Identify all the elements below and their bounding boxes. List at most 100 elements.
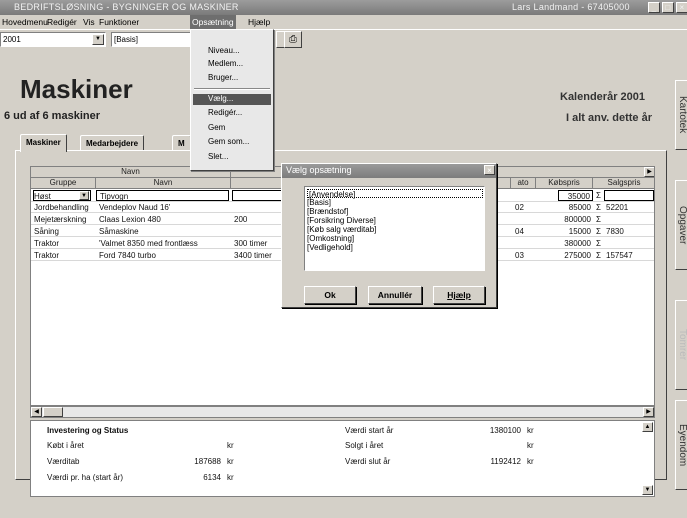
table-row-salgspris[interactable]: 157547 [606,250,654,261]
side-tab-kartotek[interactable]: Kartotek [675,80,687,150]
table-row-salgspris[interactable]: 52201 [606,202,654,213]
menu-hovedmenu[interactable]: Hovedmenu [2,17,48,27]
dialog-title-bar[interactable]: Vælg opsætning × [282,164,496,178]
table-row-salgspris[interactable]: 7830 [606,226,654,237]
menu-opsaetning[interactable]: Opsætning [190,15,236,29]
summary-label: Solgt i året [345,441,384,450]
scroll-left-icon[interactable]: ◀ [31,407,42,417]
sigma-icon[interactable]: Σ [596,238,604,249]
column-header-kobspris[interactable]: Købspris [536,178,593,189]
menu-item-rediger[interactable]: Redigér... [208,108,242,117]
summary-label: Værdi slut år [345,457,391,466]
table-row-ato[interactable]: 04 [515,226,535,237]
table-row-gruppe[interactable]: Såning [34,226,96,237]
sigma-icon[interactable]: Σ [596,226,604,237]
opsaetning-menu: Niveau... Medlem... Bruger... Vælg... Re… [190,29,274,171]
minimize-icon[interactable]: _ [648,2,660,13]
menu-hjaelp[interactable]: Hjælp [248,17,270,27]
column-header-navn[interactable]: Navn [96,178,231,189]
scroll-right-icon[interactable]: ▶ [644,167,654,177]
menu-rediger[interactable]: Redigér [47,17,77,27]
list-item[interactable]: [Vedligehold] [307,243,353,252]
scroll-down-icon[interactable]: ▼ [642,485,653,495]
maximize-icon[interactable]: □ [662,2,674,13]
dialog-title: Vælg opsætning [286,165,352,175]
scroll-right-icon[interactable]: ▶ [643,407,654,417]
list-item[interactable]: [Køb salg værditab] [307,225,376,234]
menu-vis[interactable]: Vis [83,17,95,27]
setup-select[interactable]: [Basis] [111,32,191,47]
table-row-ato[interactable] [515,238,535,249]
menu-item-vaelg[interactable]: Vælg... [193,94,271,105]
list-item[interactable]: [Anvendelse] [307,189,483,199]
sigma-icon[interactable]: Σ [596,250,604,261]
close-icon[interactable]: × [484,165,495,175]
horizontal-scrollbar[interactable]: ◀ ▶ [30,406,655,418]
summary-value: 6134 [203,473,221,482]
menu-item-medlem[interactable]: Medlem... [208,59,243,68]
table-row-kobspris[interactable]: 800000 [536,214,591,225]
menu-item-slet[interactable]: Slet... [208,152,228,161]
side-tab-eyendom[interactable]: Eyendom [675,400,687,490]
table-row-navn[interactable]: Claas Lexion 480 [99,214,229,225]
summary-heading: Investering og Status [47,426,129,435]
ok-button[interactable]: Ok [304,286,356,304]
list-item[interactable]: [Forsikring Diverse] [307,216,376,225]
menu-item-niveau[interactable]: Niveau... [208,46,240,55]
menu-funktioner[interactable]: Funktioner [99,17,139,27]
window-title: BEDRIFTSLØSNING - BYGNINGER OG MASKINER [14,2,239,12]
table-row-navn[interactable]: Ford 7840 turbo [99,250,229,261]
menu-bar: Hovedmenu Redigér Vis Funktioner Opsætni… [0,15,687,29]
cell-salgspris-edit[interactable] [604,190,654,201]
list-item[interactable]: [Basis] [307,198,331,207]
table-row-kobspris[interactable]: 275000 [536,250,591,261]
cell-kobspris-edit[interactable]: 35000 [558,190,593,201]
table-row-gruppe[interactable]: Jordbehandling [34,202,96,213]
table-row-salgspris[interactable] [606,214,654,225]
scroll-up-icon[interactable]: ▲ [642,422,653,432]
sigma-icon[interactable]: Σ [596,214,604,225]
table-row-ato[interactable]: 03 [515,250,535,261]
menu-item-gem[interactable]: Gem [208,123,225,132]
year-select[interactable]: 2001 ▼ [0,32,106,47]
help-button[interactable]: Hjælp [433,286,485,304]
table-row-gruppe[interactable]: Traktor [34,250,96,261]
choose-setup-dialog: Vælg opsætning × [Anvendelse] [Basis] [B… [281,163,497,308]
column-header-salgspris[interactable]: Salgspris [593,178,654,189]
side-tab-tomrer[interactable]: Tomrer [675,300,687,390]
sigma-icon[interactable]: Σ [596,202,604,213]
table-row-navn[interactable]: 'Valmet 8350 med frontlæss [99,238,229,249]
table-row-kobspris[interactable]: 15000 [536,226,591,237]
cancel-button[interactable]: Annullér [368,286,422,304]
menu-item-bruger[interactable]: Bruger... [208,73,238,82]
column-header-gruppe[interactable]: Gruppe [31,178,96,189]
table-row-ato[interactable]: 02 [515,202,535,213]
table-row-gruppe[interactable]: Traktor [34,238,96,249]
close-icon[interactable]: × [676,2,687,13]
summary-label: Købt i året [47,441,84,450]
list-item[interactable]: [Brændstof] [307,207,348,216]
list-item[interactable]: [Omkostning] [307,234,354,243]
summary-unit: kr [527,441,534,450]
calendar-year: Kalenderår 2001 [560,91,645,103]
table-row-navn[interactable]: Såmaskine [99,226,229,237]
cell-navn-edit[interactable]: Tipvogn [96,190,229,201]
table-row-kobspris[interactable]: 380000 [536,238,591,249]
tab-maskiner[interactable]: Maskiner [20,134,67,152]
tab-medarbejdere[interactable]: Medarbejdere [80,135,145,151]
chevron-down-icon[interactable]: ▼ [79,191,89,200]
table-row-kobspris[interactable]: 85000 [536,202,591,213]
scroll-thumb[interactable] [43,407,63,417]
print-icon[interactable]: ⎙ [284,31,302,48]
sigma-icon[interactable]: Σ [596,190,604,201]
table-row-ato[interactable] [515,214,535,225]
column-header-ato[interactable]: ato [511,178,536,189]
menu-item-gem-som[interactable]: Gem som... [208,137,249,146]
table-row-navn[interactable]: Vendeplov Naud 16' [99,202,229,213]
table-row-gruppe[interactable]: Mejetærskning [34,214,96,225]
setup-listbox[interactable]: [Anvendelse] [Basis] [Brændstof] [Forsik… [304,186,485,271]
side-tab-opgaver[interactable]: Opgaver [675,180,687,270]
tab-m[interactable]: M [172,135,191,151]
chevron-down-icon[interactable]: ▼ [92,34,104,45]
table-row-salgspris[interactable] [606,238,654,249]
